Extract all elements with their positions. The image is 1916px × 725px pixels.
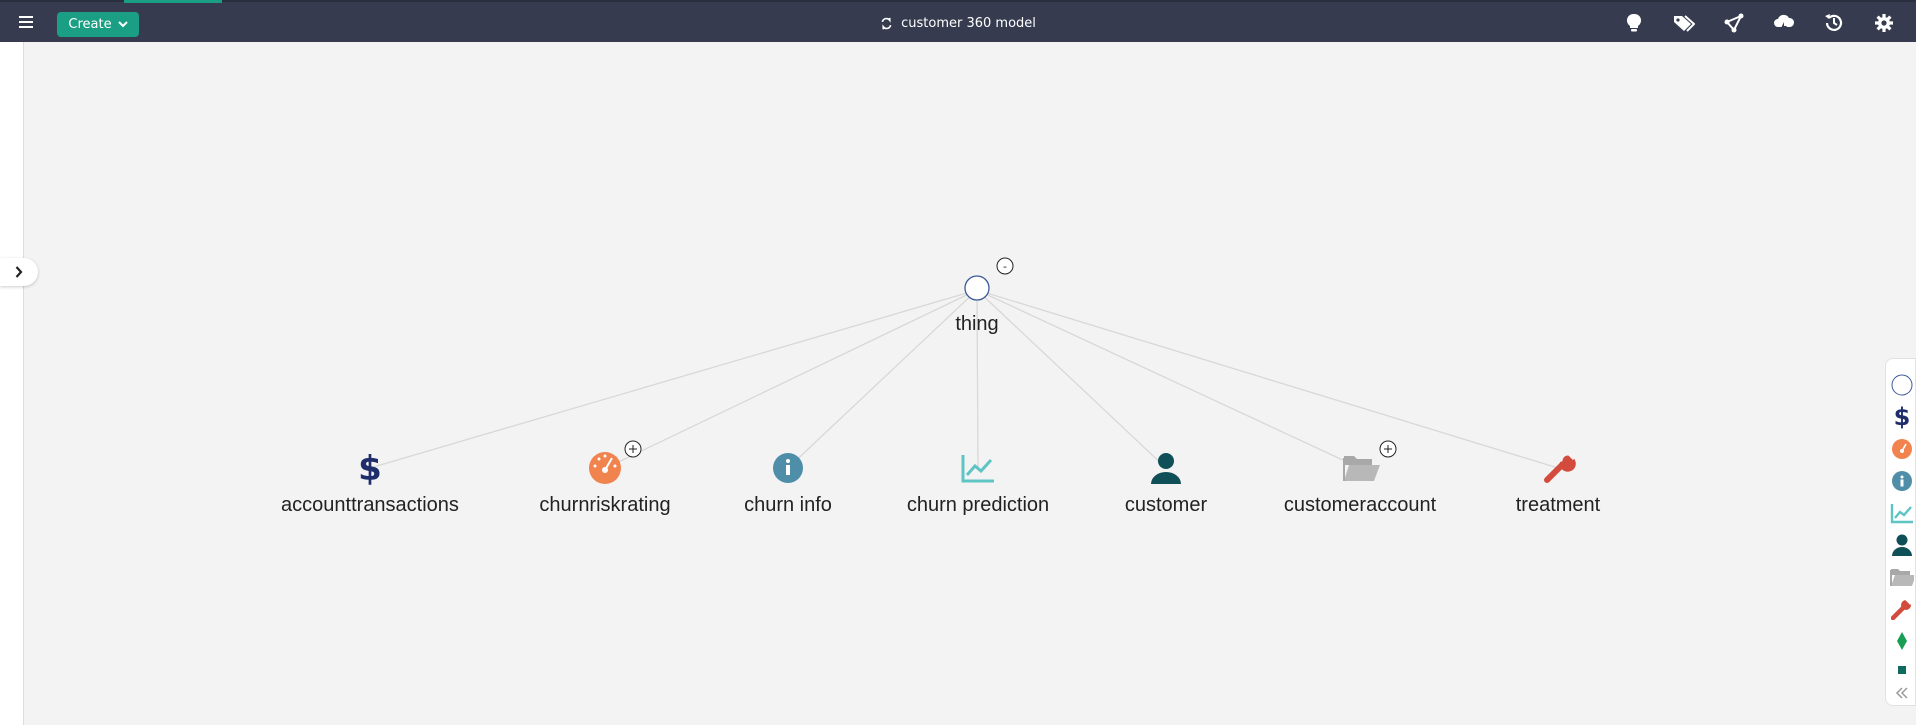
top-bar: Create customer 360 model	[0, 0, 1916, 42]
collapse-symbol: -	[1003, 260, 1007, 273]
edge-churn-info	[787, 289, 978, 469]
active-tab-indicator	[124, 0, 222, 3]
info-icon	[773, 453, 803, 483]
graph-canvas: thing - $ accounttransactions churnriskr…	[281, 257, 1601, 516]
chevron-right-icon	[15, 266, 23, 278]
create-button[interactable]: Create	[57, 12, 139, 37]
palette-collapse-icon[interactable]	[1890, 681, 1914, 705]
palette-square-icon[interactable]	[1890, 658, 1914, 682]
left-sidebar-collapsed	[0, 42, 24, 725]
node-label-customeraccount: customeraccount	[1284, 494, 1437, 516]
edge-churnriskrating	[605, 289, 978, 469]
node-customeraccount[interactable]: customeraccount	[1284, 440, 1437, 516]
edge-customeraccount	[976, 289, 1361, 469]
expand-button-customeraccount[interactable]	[1379, 440, 1397, 458]
node-label-churn-info: churn info	[744, 494, 832, 516]
node-churnriskrating[interactable]: churnriskrating	[539, 440, 671, 516]
node-label-customer: customer	[1125, 494, 1208, 516]
palette-folder-open-icon[interactable]	[1890, 565, 1914, 589]
edge-accounttransactions	[369, 289, 978, 469]
gauge-icon	[589, 452, 621, 484]
node-label-churn-prediction: churn prediction	[907, 494, 1049, 516]
hamburger-menu-icon[interactable]	[18, 14, 34, 30]
lightbulb-icon[interactable]	[1622, 11, 1646, 35]
chevron-down-icon	[117, 21, 128, 28]
dollar-icon: $	[358, 449, 382, 489]
node-type-palette: $	[1885, 358, 1916, 706]
palette-thing-circle-icon[interactable]	[1890, 373, 1914, 397]
create-button-label: Create	[68, 17, 112, 32]
sidebar-expand-button[interactable]	[0, 258, 38, 286]
share-icon[interactable]	[1722, 11, 1746, 35]
sync-icon[interactable]	[880, 17, 893, 30]
expand-button-churnriskrating[interactable]	[624, 440, 642, 458]
palette-wrench-icon[interactable]	[1890, 597, 1914, 621]
edge-customer	[976, 289, 1167, 469]
palette-gauge-icon[interactable]	[1890, 437, 1914, 461]
palette-user-icon[interactable]	[1890, 533, 1914, 557]
thing-node-circle[interactable]	[964, 275, 990, 301]
node-label-churnriskrating: churnriskrating	[539, 494, 670, 516]
cloud-icon[interactable]	[1772, 11, 1796, 35]
folder-open-icon	[1343, 456, 1380, 481]
palette-dollar-icon[interactable]: $	[1890, 405, 1914, 429]
palette-info-icon[interactable]	[1890, 469, 1914, 493]
node-treatment[interactable]: treatment	[1516, 450, 1601, 516]
node-label-treatment: treatment	[1516, 494, 1601, 516]
node-label-thing: thing	[955, 313, 998, 335]
node-churn-info[interactable]: churn info	[744, 453, 832, 516]
history-icon[interactable]	[1822, 11, 1846, 35]
palette-diamond-icon[interactable]	[1890, 629, 1914, 653]
model-title: customer 360 model	[901, 15, 1036, 31]
palette-line-chart-icon[interactable]	[1890, 501, 1914, 525]
node-accounttransactions[interactable]: $ accounttransactions	[281, 449, 459, 516]
edge-treatment	[976, 289, 1559, 469]
collapse-button[interactable]: -	[996, 257, 1014, 275]
node-label-accounttransactions: accounttransactions	[281, 494, 459, 516]
tags-icon[interactable]	[1672, 11, 1696, 35]
node-customer[interactable]: customer	[1125, 453, 1208, 516]
gear-icon[interactable]	[1872, 11, 1896, 35]
